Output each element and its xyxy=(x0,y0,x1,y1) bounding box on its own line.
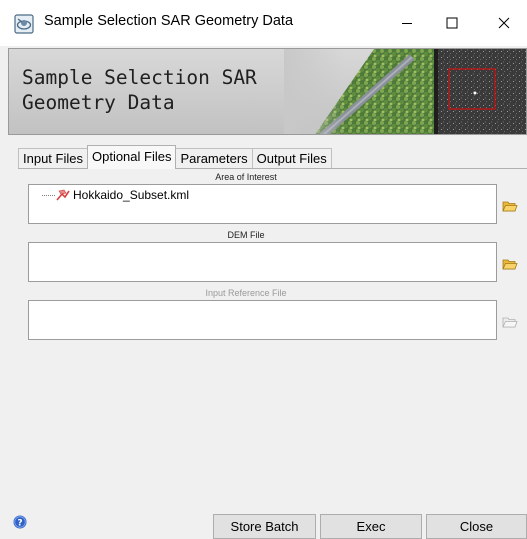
browse-area-of-interest-button[interactable] xyxy=(499,195,521,217)
banner-satellite-image xyxy=(284,49,526,134)
dem-file-list[interactable] xyxy=(28,242,497,282)
tree-connector xyxy=(42,194,55,196)
dem-file-label: DEM File xyxy=(227,230,265,240)
folder-open-icon xyxy=(502,201,518,212)
area-of-interest-list[interactable]: Hokkaido_Subset.kml xyxy=(28,184,497,224)
kml-file-icon xyxy=(56,189,70,201)
maximize-button[interactable] xyxy=(429,0,475,46)
folder-open-disabled-icon xyxy=(502,317,518,328)
tab-input-files[interactable]: Input Files xyxy=(18,148,88,169)
svg-text:?: ? xyxy=(17,519,22,529)
tab-parameters[interactable]: Parameters xyxy=(175,148,253,169)
input-reference-file-list xyxy=(28,300,497,340)
header-banner: Sample Selection SAR Geometry Data xyxy=(8,48,527,135)
minimize-icon xyxy=(402,23,412,24)
banner-title: Sample Selection SAR Geometry Data xyxy=(22,66,257,114)
browse-dem-file-button[interactable] xyxy=(499,253,521,275)
kml-file-name: Hokkaido_Subset.kml xyxy=(73,188,190,202)
close-button[interactable]: Close xyxy=(426,514,527,539)
tab-bar: Input Files Optional Files Parameters Ou… xyxy=(18,145,332,169)
close-window-button[interactable] xyxy=(481,0,527,46)
input-reference-file-label: Input Reference File xyxy=(205,288,287,298)
tab-output-files[interactable]: Output Files xyxy=(251,148,332,169)
list-item[interactable]: Hokkaido_Subset.kml xyxy=(42,188,189,202)
title-bar: Sample Selection SAR Geometry Data xyxy=(0,0,527,46)
window-title: Sample Selection SAR Geometry Data xyxy=(44,13,294,29)
close-icon xyxy=(498,17,510,29)
help-icon[interactable]: ? xyxy=(13,515,27,529)
area-of-interest-label: Area of Interest xyxy=(215,172,277,182)
exec-button[interactable]: Exec xyxy=(320,514,422,539)
browse-input-reference-file-button xyxy=(499,311,521,333)
maximize-icon xyxy=(446,17,458,29)
store-batch-button[interactable]: Store Batch xyxy=(213,514,316,539)
folder-open-icon xyxy=(502,259,518,270)
minimize-button[interactable] xyxy=(384,0,430,46)
tab-optional-files[interactable]: Optional Files xyxy=(86,145,177,169)
satellite-app-icon xyxy=(14,14,34,34)
